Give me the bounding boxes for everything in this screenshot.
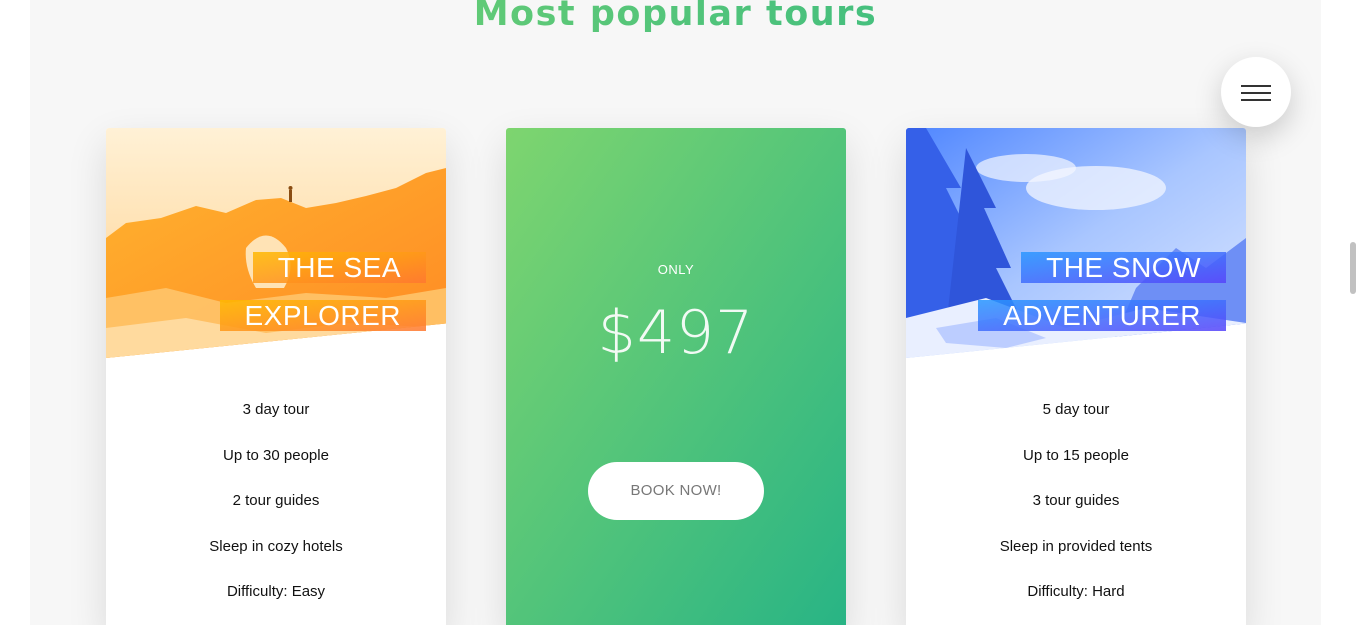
detail-accommodation: Sleep in provided tents (999, 537, 1153, 555)
detail-guides: 3 tour guides (1032, 492, 1120, 509)
tour-card-snow-adventurer: THE SNOW ADVENTURER 5 day tour Up to 15 … (906, 128, 1246, 625)
card-heading-line-2: EXPLORER (219, 300, 426, 331)
card-details-list: 3 day tour Up to 30 people 2 tour guides… (106, 398, 446, 625)
card-heading: THE SNOW ADVENTURER (926, 244, 1226, 340)
card-heading: THE SEA EXPLORER (126, 244, 426, 340)
detail-group-size: Up to 30 people (223, 446, 329, 464)
card-heading-line-1: THE SNOW (1021, 252, 1226, 283)
section-title: Most popular tours (30, 0, 1321, 34)
page-scrollbar[interactable] (1346, 0, 1360, 625)
detail-difficulty: Difficulty: Easy (226, 583, 326, 600)
detail-duration: 5 day tour (1042, 401, 1110, 418)
detail-duration: 3 day tour (242, 401, 310, 418)
tour-card-sea-explorer: THE SEA EXPLORER 3 day tour Up to 30 peo… (106, 128, 446, 625)
detail-accommodation: Sleep in cozy hotels (209, 537, 343, 555)
navigation-menu-button[interactable] (1221, 57, 1291, 127)
scrollbar-thumb[interactable] (1350, 242, 1356, 294)
book-now-button[interactable]: BOOK NOW! (588, 462, 764, 520)
card-details-list: 5 day tour Up to 15 people 3 tour guides… (906, 398, 1246, 625)
price-card: ONLY $497 BOOK NOW! (506, 128, 846, 625)
card-heading-line-1: THE SEA (252, 252, 426, 283)
detail-guides: 2 tour guides (232, 492, 320, 509)
detail-group-size: Up to 15 people (1023, 446, 1129, 464)
price-label: ONLY (657, 262, 695, 277)
price-value: $497 (597, 298, 755, 368)
hamburger-menu-icon (1241, 85, 1271, 101)
detail-difficulty: Difficulty: Hard (1027, 583, 1125, 600)
card-heading-line-2: ADVENTURER (978, 300, 1226, 331)
